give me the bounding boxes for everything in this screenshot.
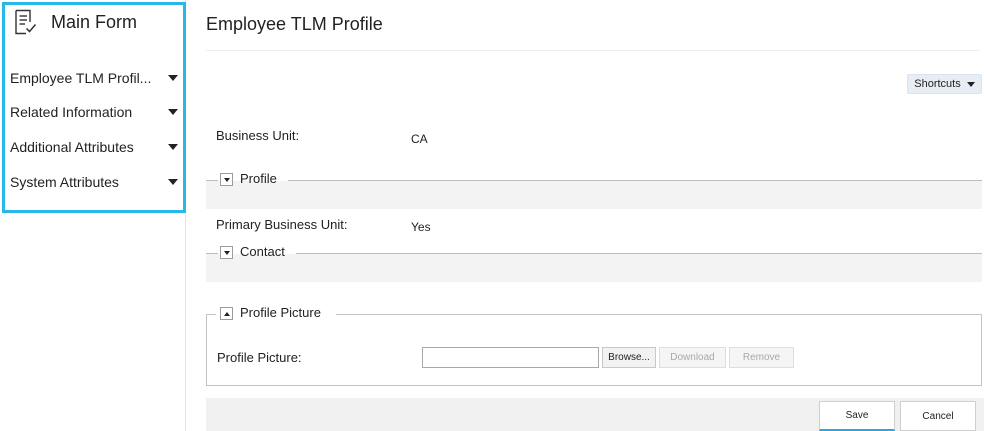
profile-picture-label: Profile Picture: — [217, 350, 302, 365]
remove-button[interactable]: Remove — [729, 347, 794, 368]
page-title: Employee TLM Profile — [206, 14, 383, 34]
business-unit-label: Business Unit: — [216, 128, 300, 143]
collapse-icon — [223, 311, 230, 316]
profile-section-title: Profile — [240, 171, 277, 186]
contact-section-header: Contact — [206, 244, 982, 262]
chevron-down-icon — [966, 81, 975, 87]
sidebar-highlight — [2, 2, 186, 213]
profile-picture-section-toggle[interactable] — [220, 307, 233, 320]
section-divider — [296, 253, 982, 254]
expand-icon — [223, 177, 230, 182]
profile-section-header: Profile — [206, 171, 982, 189]
expand-icon — [223, 250, 230, 255]
main-content: Employee TLM Profile Shortcuts Business … — [186, 0, 984, 431]
section-divider — [288, 180, 982, 181]
browse-button[interactable]: Browse... — [602, 347, 656, 368]
contact-section-title: Contact — [240, 244, 285, 259]
download-button[interactable]: Download — [659, 347, 726, 368]
shortcuts-button[interactable]: Shortcuts — [907, 74, 982, 94]
profile-section-toggle[interactable] — [220, 173, 233, 186]
business-unit-value: CA — [411, 132, 428, 146]
section-divider — [206, 253, 218, 254]
cancel-button[interactable]: Cancel — [900, 401, 976, 431]
primary-business-unit-value: Yes — [411, 220, 431, 234]
save-button[interactable]: Save — [819, 401, 895, 431]
contact-section-toggle[interactable] — [220, 246, 233, 259]
primary-business-unit-label: Primary Business Unit: — [216, 217, 348, 232]
section-divider — [206, 180, 218, 181]
profile-picture-file-input[interactable] — [422, 347, 599, 368]
profile-picture-section-title: Profile Picture — [240, 305, 321, 320]
shortcuts-label: Shortcuts — [914, 78, 961, 90]
profile-picture-section-header: Profile Picture — [206, 305, 982, 323]
title-divider — [206, 50, 980, 51]
